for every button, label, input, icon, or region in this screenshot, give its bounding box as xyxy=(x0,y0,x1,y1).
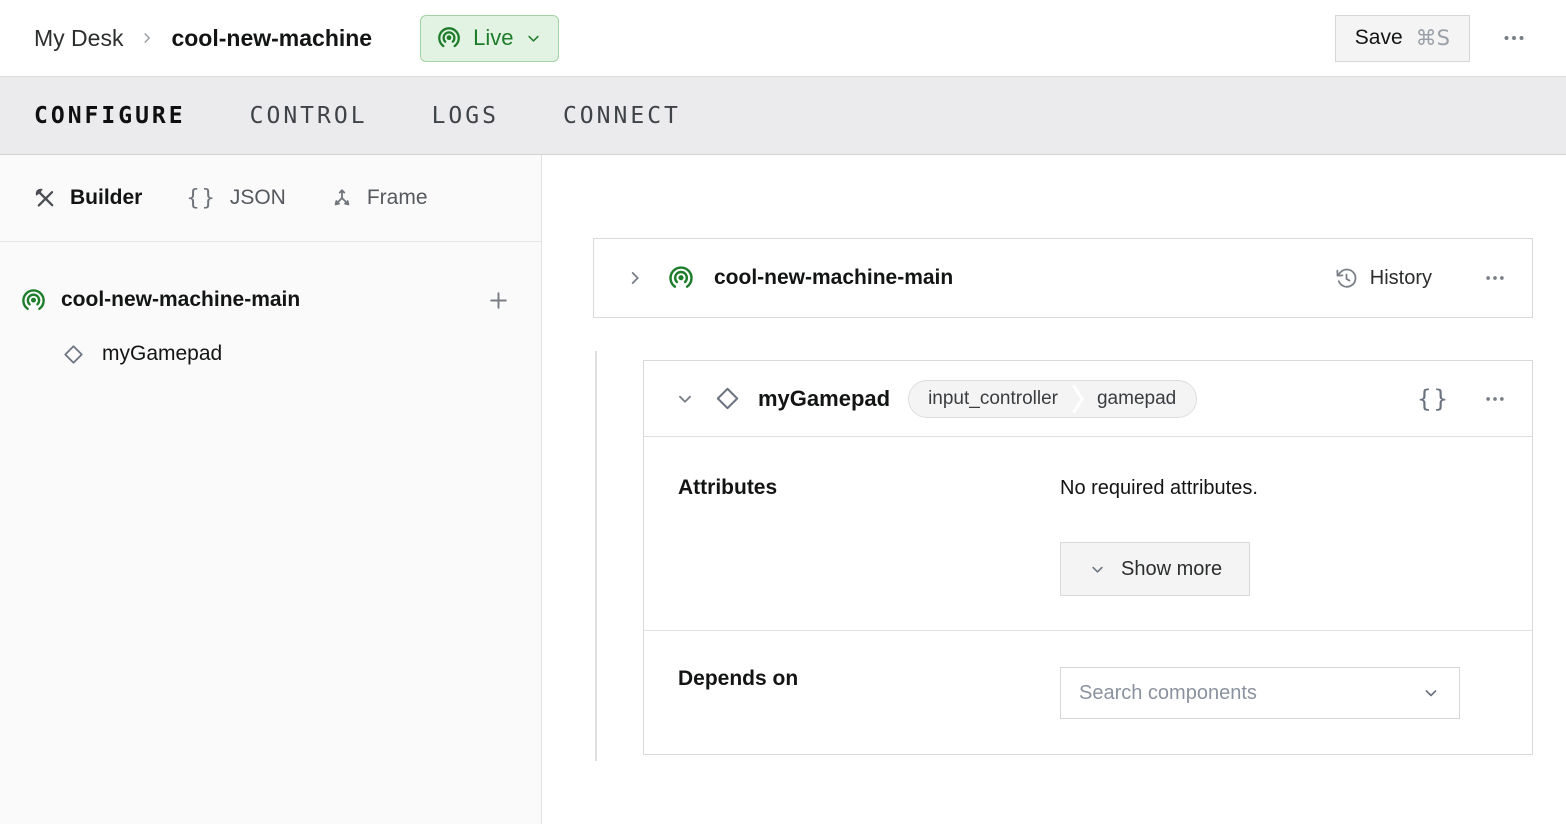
component-diamond-icon xyxy=(714,385,741,412)
frame-axes-icon xyxy=(330,186,354,210)
part-icon xyxy=(667,264,695,292)
component-json-button[interactable]: {} xyxy=(1417,385,1450,413)
attributes-section: Attributes No required attributes. Show … xyxy=(644,437,1532,631)
part-card-expand-button[interactable] xyxy=(624,267,646,289)
breadcrumb-machine-name: cool-new-machine xyxy=(171,25,372,52)
configure-content: Builder {} JSON Frame cool-new-machine-m… xyxy=(0,155,1566,824)
history-label: History xyxy=(1370,267,1432,290)
part-icon xyxy=(20,287,47,314)
machine-tree: cool-new-machine-main myGamepad xyxy=(0,242,541,372)
ellipsis-icon xyxy=(1502,26,1526,50)
view-tab-builder[interactable]: Builder xyxy=(33,186,142,210)
attributes-empty-text: No required attributes. xyxy=(1060,476,1258,500)
builder-tools-icon xyxy=(33,186,57,210)
part-card: cool-new-machine-main History xyxy=(593,238,1533,318)
ellipsis-icon xyxy=(1484,388,1506,410)
part-card-overflow-menu-button[interactable] xyxy=(1484,267,1506,289)
breadcrumb-chevron-icon xyxy=(138,29,156,47)
config-main-panel: cool-new-machine-main History xyxy=(542,155,1566,824)
chevron-down-icon xyxy=(674,388,696,410)
machine-status-dropdown[interactable]: Live xyxy=(420,15,559,62)
chevron-right-icon xyxy=(624,267,646,289)
tree-part-name: cool-new-machine-main xyxy=(61,288,472,312)
history-icon xyxy=(1334,266,1359,291)
component-api-label: input_controller xyxy=(909,388,1072,410)
chevron-down-icon xyxy=(1088,560,1107,579)
top-bar: My Desk cool-new-machine Live Save ⌘S xyxy=(0,0,1566,76)
plus-icon xyxy=(486,288,511,313)
depends-on-label: Depends on xyxy=(678,667,1060,754)
tab-configure[interactable]: CONFIGURE xyxy=(34,103,186,129)
show-more-button[interactable]: Show more xyxy=(1060,542,1250,596)
component-diamond-icon xyxy=(62,343,85,366)
ellipsis-icon xyxy=(1484,267,1506,289)
chevron-down-icon xyxy=(524,29,543,48)
breadcrumb-location[interactable]: My Desk xyxy=(34,25,123,52)
tree-item-component[interactable]: myGamepad xyxy=(0,336,541,372)
component-collapse-button[interactable] xyxy=(674,388,696,410)
topbar-overflow-menu-button[interactable] xyxy=(1502,26,1526,50)
tree-item-part[interactable]: cool-new-machine-main xyxy=(0,280,541,320)
config-sidebar: Builder {} JSON Frame cool-new-machine-m… xyxy=(0,155,542,824)
live-status-icon xyxy=(436,25,462,51)
view-tab-builder-label: Builder xyxy=(70,186,142,210)
view-tab-json[interactable]: {} JSON xyxy=(186,186,286,211)
breadcrumb: My Desk cool-new-machine xyxy=(34,25,372,52)
live-status-label: Live xyxy=(473,25,513,51)
tree-connector-line xyxy=(595,351,597,761)
view-tab-frame-label: Frame xyxy=(367,186,428,210)
machine-nav-tabs: CONFIGURE CONTROL LOGS CONNECT xyxy=(0,76,1566,155)
save-label: Save xyxy=(1355,26,1403,50)
show-more-label: Show more xyxy=(1121,558,1222,581)
save-shortcut: ⌘S xyxy=(1416,26,1450,50)
code-braces-icon: {} xyxy=(1417,385,1450,413)
badge-chevron-separator xyxy=(1072,381,1085,417)
tab-control[interactable]: CONTROL xyxy=(250,103,368,129)
tab-logs[interactable]: LOGS xyxy=(432,103,499,129)
history-button[interactable]: History xyxy=(1334,266,1432,291)
config-view-tabs: Builder {} JSON Frame xyxy=(0,155,541,242)
attributes-label: Attributes xyxy=(678,476,1060,630)
view-tab-json-label: JSON xyxy=(230,186,286,210)
tab-connect[interactable]: CONNECT xyxy=(563,103,681,129)
code-braces-icon: {} xyxy=(186,186,217,211)
depends-on-section: Depends on Search components xyxy=(644,631,1532,754)
part-card-title: cool-new-machine-main xyxy=(714,266,953,290)
attributes-value-column: No required attributes. Show more xyxy=(1060,476,1258,630)
component-title: myGamepad xyxy=(758,386,890,412)
depends-on-select[interactable]: Search components xyxy=(1060,667,1460,719)
component-card-header: myGamepad input_controller gamepad {} xyxy=(644,361,1532,437)
depends-on-placeholder: Search components xyxy=(1079,682,1257,705)
tree-component-name: myGamepad xyxy=(102,342,222,366)
save-button[interactable]: Save ⌘S xyxy=(1335,15,1470,62)
component-model-badge: input_controller gamepad xyxy=(908,380,1197,418)
component-model-label: gamepad xyxy=(1085,388,1196,410)
component-card: myGamepad input_controller gamepad {} At… xyxy=(643,360,1533,755)
component-overflow-menu-button[interactable] xyxy=(1484,388,1506,410)
add-component-button[interactable] xyxy=(486,288,511,313)
view-tab-frame[interactable]: Frame xyxy=(330,186,428,210)
chevron-down-icon xyxy=(1421,683,1441,703)
